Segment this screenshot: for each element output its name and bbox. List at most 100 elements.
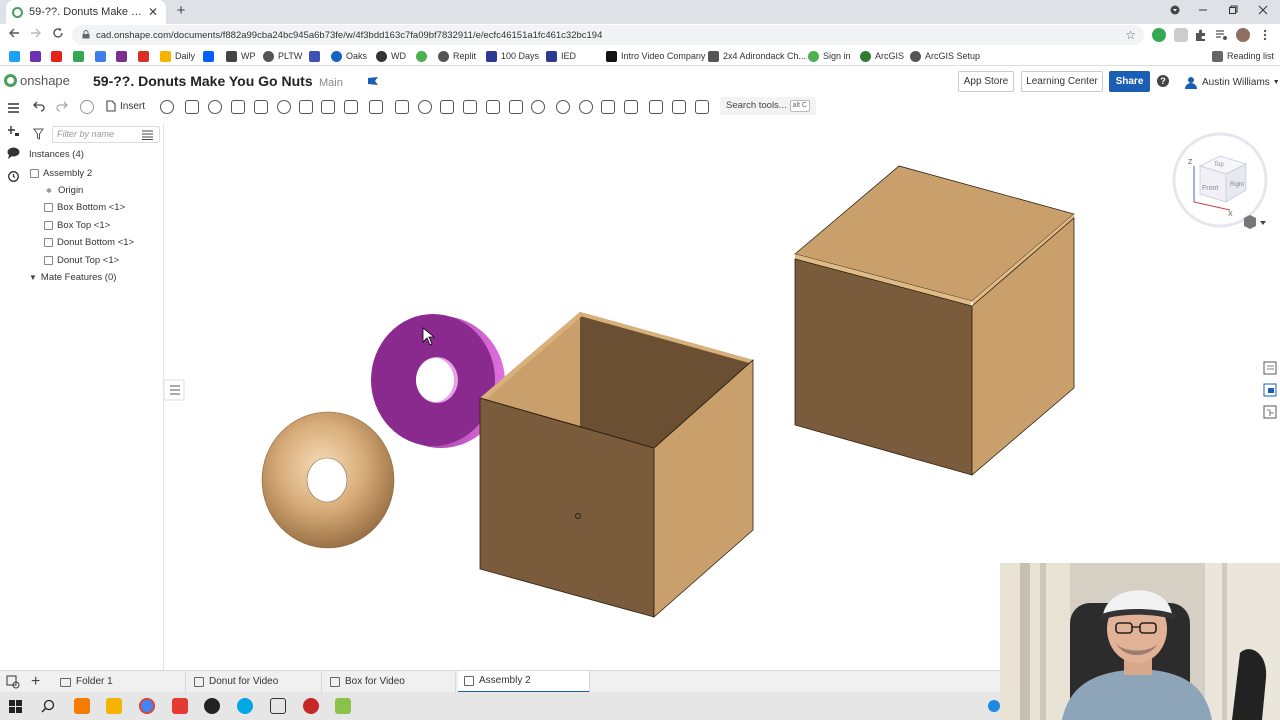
bookmark-5[interactable]: [95, 48, 110, 64]
tab-assembly-2[interactable]: Assembly 2: [458, 671, 590, 693]
tool-history-icon[interactable]: [160, 100, 174, 114]
tool-pin-slot-mate-icon[interactable]: [299, 100, 313, 114]
url-bar[interactable]: cad.onshape.com/documents/f882a99cba24bc…: [72, 25, 1144, 45]
back-arrow-icon[interactable]: [6, 27, 22, 43]
add-tab-icon[interactable]: +: [31, 673, 40, 691]
bookmark-arcgis[interactable]: ArcGIS: [860, 48, 904, 64]
list-options-icon[interactable]: [142, 129, 153, 143]
tool-section-icon[interactable]: [672, 100, 686, 114]
paint-icon[interactable]: [303, 698, 319, 714]
bookmark-intro-video[interactable]: Intro Video Company: [606, 48, 705, 64]
minimize-window-icon[interactable]: [1188, 0, 1218, 24]
bookmark-drive[interactable]: [73, 48, 88, 64]
bookmark-2[interactable]: [30, 48, 45, 64]
search-icon[interactable]: [41, 699, 55, 716]
bookmark-pltw[interactable]: PLTW: [263, 48, 302, 64]
bookmark-sign-in[interactable]: Sign in: [808, 48, 851, 64]
restore-window-icon[interactable]: [1218, 0, 1248, 24]
redo-icon[interactable]: [56, 100, 68, 115]
tool-named-position-icon[interactable]: [624, 100, 638, 114]
bookmark-youtube[interactable]: [51, 48, 66, 64]
tree-item-box-bottom[interactable]: Box Bottom <1>: [44, 202, 125, 213]
tool-instance-icon[interactable]: [185, 100, 199, 114]
tool-planar-mate-icon[interactable]: [321, 100, 335, 114]
bookmark-daily[interactable]: Daily: [160, 48, 195, 64]
help-icon[interactable]: ?: [1157, 75, 1169, 87]
tab-close-icon[interactable]: ✕: [146, 5, 160, 19]
media-controls-icon[interactable]: [1214, 28, 1228, 42]
mate-features-node[interactable]: ▼ Mate Features (0): [29, 272, 116, 283]
taskbar-d-app-icon[interactable]: [335, 698, 351, 714]
learning-center-button[interactable]: Learning Center: [1021, 71, 1103, 92]
chrome-icon[interactable]: [139, 698, 155, 714]
tool-relation-icon[interactable]: [440, 100, 454, 114]
tool-cylindrical-mate-icon[interactable]: [277, 100, 291, 114]
box-bottom-part[interactable]: [479, 312, 754, 618]
filter-icon[interactable]: [33, 128, 44, 143]
version-graph-icon[interactable]: [367, 75, 379, 89]
profile-avatar-icon[interactable]: [1236, 28, 1250, 42]
tool-mate-connector-icon[interactable]: [395, 100, 409, 114]
right-panel-properties-icon[interactable]: [1263, 361, 1277, 375]
comments-icon[interactable]: [7, 147, 20, 159]
tree-item-origin[interactable]: ✱ Origin: [46, 185, 83, 196]
instances-header[interactable]: Instances (4): [29, 149, 84, 160]
tool-bom-icon[interactable]: [695, 100, 709, 114]
tool-group-icon[interactable]: [418, 100, 432, 114]
user-menu[interactable]: Austin Williams ▼: [1184, 75, 1280, 89]
reload-icon[interactable]: [50, 27, 66, 43]
extension-gray-icon[interactable]: [1174, 28, 1188, 42]
tab-folder-1[interactable]: Folder 1: [54, 671, 186, 693]
tool-slider-mate-icon[interactable]: [254, 100, 268, 114]
profile-dropdown-icon[interactable]: [1160, 0, 1190, 24]
undo-icon[interactable]: [33, 100, 45, 115]
tool-screw-icon[interactable]: [579, 100, 593, 114]
bookmark-wp[interactable]: WP: [226, 48, 256, 64]
tool-pattern-icon[interactable]: [486, 100, 500, 114]
bookmark-wd[interactable]: WD: [376, 48, 406, 64]
bookmark-15[interactable]: [416, 48, 431, 64]
tool-gear-relation-icon[interactable]: [531, 100, 545, 114]
panel-toggle-icon[interactable]: [164, 379, 185, 401]
tree-item-donut-top[interactable]: Donut Top <1>: [44, 255, 119, 266]
close-window-icon[interactable]: [1248, 0, 1278, 24]
new-tab-button[interactable]: +: [172, 2, 190, 20]
tool-fastened-mate-icon[interactable]: [208, 100, 222, 114]
tool-rack-icon[interactable]: [556, 100, 570, 114]
view-cube-top-label[interactable]: Top: [1214, 162, 1224, 168]
bookmark-12[interactable]: [309, 48, 324, 64]
insert-rail-icon[interactable]: [7, 125, 20, 137]
timer-icon[interactable]: [7, 170, 20, 182]
bookmark-dropbox[interactable]: [203, 48, 218, 64]
view-cube-front-label[interactable]: Front: [1202, 185, 1218, 192]
bookmark-6[interactable]: [116, 48, 131, 64]
onshape-logo[interactable]: onshape: [4, 73, 70, 88]
tree-item-box-top[interactable]: Box Top <1>: [44, 220, 110, 231]
tab-box-for-video[interactable]: Box for Video: [324, 671, 456, 693]
regen-icon[interactable]: [80, 100, 94, 114]
search-tools-input[interactable]: Search tools... alt C: [720, 97, 816, 115]
bookmark-oaks[interactable]: Oaks: [331, 48, 367, 64]
tray-icon[interactable]: [988, 700, 1000, 712]
box-top-part[interactable]: [794, 165, 1075, 476]
bookmark-twitter[interactable]: [9, 48, 24, 64]
tree-item-donut-bottom[interactable]: Donut Bottom <1>: [44, 237, 134, 248]
tool-linear-icon[interactable]: [601, 100, 615, 114]
workspace-label[interactable]: Main: [319, 77, 343, 89]
windows-start-icon[interactable]: [9, 700, 22, 716]
view-cube-right-label[interactable]: Right: [1230, 182, 1244, 188]
share-button[interactable]: Share: [1109, 71, 1150, 92]
tab-donut-for-video[interactable]: Donut for Video: [188, 671, 322, 693]
tool-replicate-icon[interactable]: [463, 100, 477, 114]
bookmark-arcgis-setup[interactable]: ArcGIS Setup: [910, 48, 980, 64]
tool-parallel-mate-icon[interactable]: [344, 100, 358, 114]
tab-manager-icon[interactable]: [6, 675, 20, 692]
reading-list[interactable]: Reading list: [1212, 48, 1274, 64]
camtasia-icon[interactable]: [237, 698, 253, 714]
snip-tool-icon[interactable]: [270, 698, 286, 714]
browser-tab[interactable]: 59-??. Donuts Make You Go Nuts ✕: [6, 0, 166, 24]
bookmark-gmail[interactable]: [138, 48, 153, 64]
tool-tangent-mate-icon[interactable]: [369, 100, 383, 114]
bookmark-star-icon[interactable]: ☆: [1125, 28, 1136, 42]
extensions-puzzle-icon[interactable]: [1194, 28, 1208, 42]
